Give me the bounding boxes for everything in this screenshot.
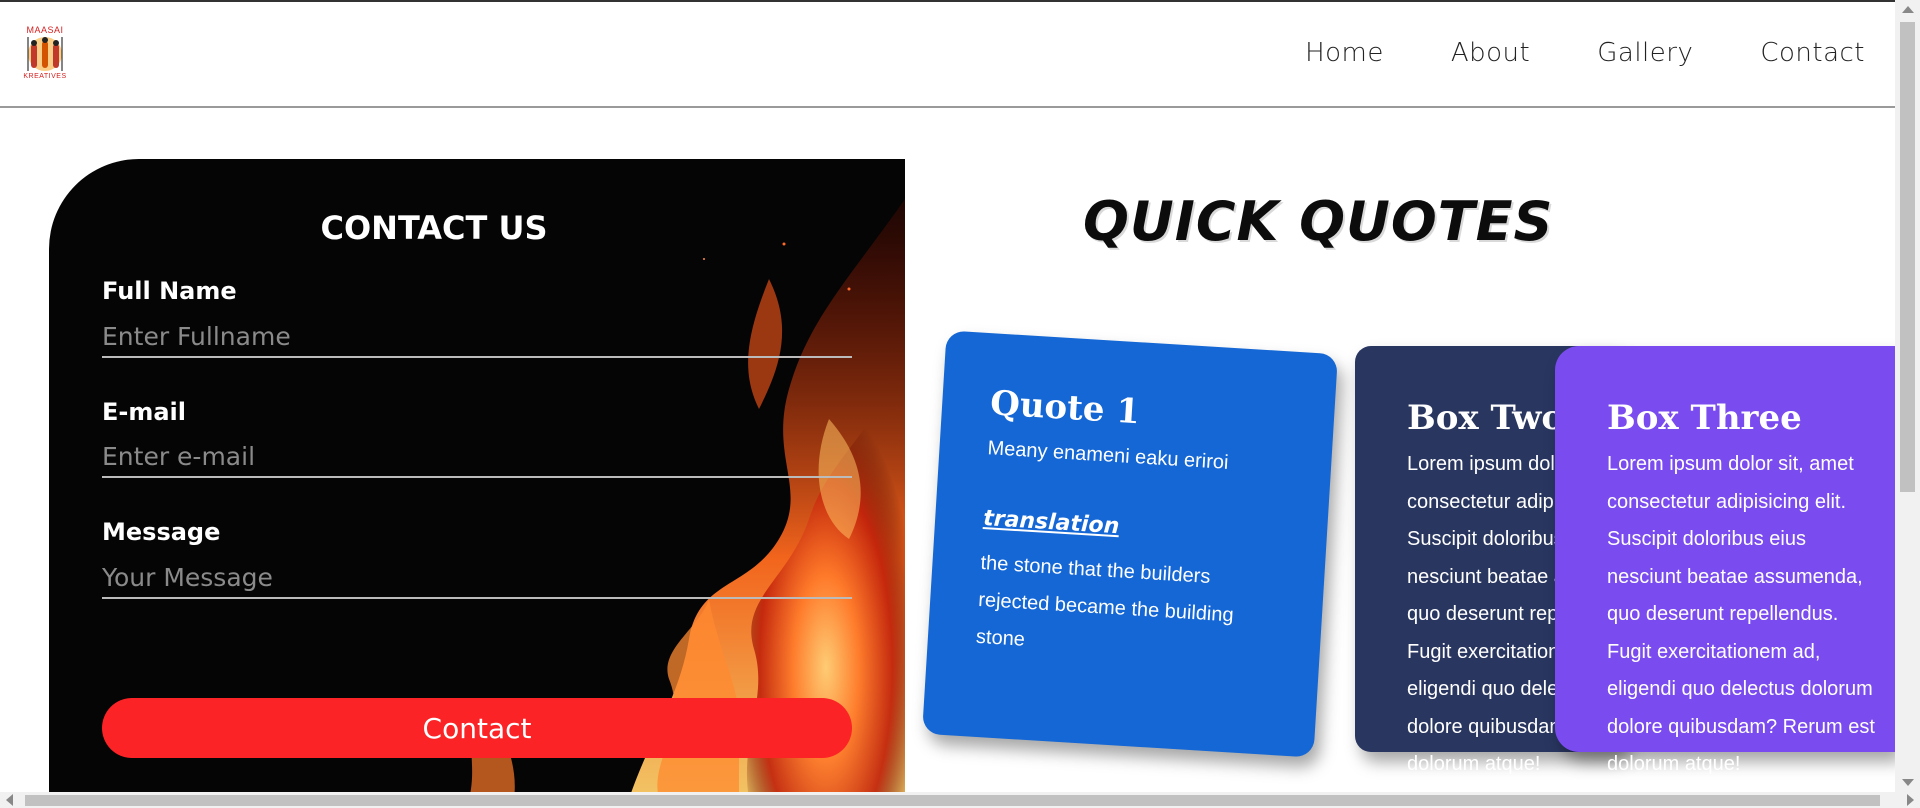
- quote-text: Meany enameni eaku eriroi: [986, 437, 1230, 474]
- scroll-up-arrow-icon[interactable]: [1902, 6, 1914, 13]
- main-nav: Home About Gallery Contact: [1238, 38, 1865, 68]
- email-input[interactable]: [102, 436, 852, 478]
- nav-gallery-link[interactable]: Gallery: [1597, 38, 1693, 68]
- message-label: Message: [102, 518, 221, 546]
- quote-card-3-text: Lorem ipsum dolor sit, amet consectetur …: [1607, 453, 1875, 775]
- contact-form-card: CONTACT US Full Name E-mail Message Cont…: [49, 159, 905, 799]
- translation-text: the stone that the builders rejected bec…: [975, 551, 1235, 651]
- nav-contact-link[interactable]: Contact: [1760, 38, 1865, 68]
- site-logo[interactable]: MAASAI KREATIVES: [20, 25, 70, 85]
- quote-card-2-heading: Box Two: [1407, 398, 1565, 438]
- horizontal-scrollbar[interactable]: [0, 792, 1920, 808]
- logo-text-top: MAASAI: [26, 25, 64, 35]
- vertical-scroll-thumb[interactable]: [1900, 22, 1915, 492]
- contact-title: CONTACT US: [320, 209, 548, 247]
- maasai-warriors-icon: [27, 37, 63, 71]
- quote-card-1: Quote 1 Meany enameni eaku eriroi transl…: [922, 330, 1338, 758]
- email-label: E-mail: [102, 398, 187, 426]
- quote-card-3: Box Three Lorem ipsum dolor sit, amet co…: [1555, 346, 1895, 775]
- logo-text-bottom: KREATIVES: [23, 73, 67, 80]
- full-name-input[interactable]: [102, 316, 852, 358]
- quote-card-3-heading: Box Three: [1607, 398, 1802, 438]
- vertical-scrollbar[interactable]: [1895, 0, 1920, 792]
- quote-card-1-heading: Quote 1: [989, 383, 1142, 433]
- contact-submit-button[interactable]: Contact: [102, 698, 852, 758]
- site-header: MAASAI KREATIVES Home About Gallery Cont…: [0, 2, 1895, 108]
- translation-label: translation: [982, 506, 1120, 540]
- horizontal-scroll-thumb[interactable]: [25, 795, 1880, 806]
- quick-quotes-title: QUICK QUOTES: [1083, 190, 1554, 253]
- scroll-left-arrow-icon[interactable]: [6, 794, 13, 806]
- full-name-label: Full Name: [102, 277, 237, 305]
- nav-home-link[interactable]: Home: [1305, 38, 1384, 68]
- nav-about-link[interactable]: About: [1451, 38, 1530, 68]
- scroll-right-arrow-icon[interactable]: [1907, 794, 1914, 806]
- scroll-down-arrow-icon[interactable]: [1902, 779, 1914, 786]
- message-input[interactable]: [102, 557, 852, 599]
